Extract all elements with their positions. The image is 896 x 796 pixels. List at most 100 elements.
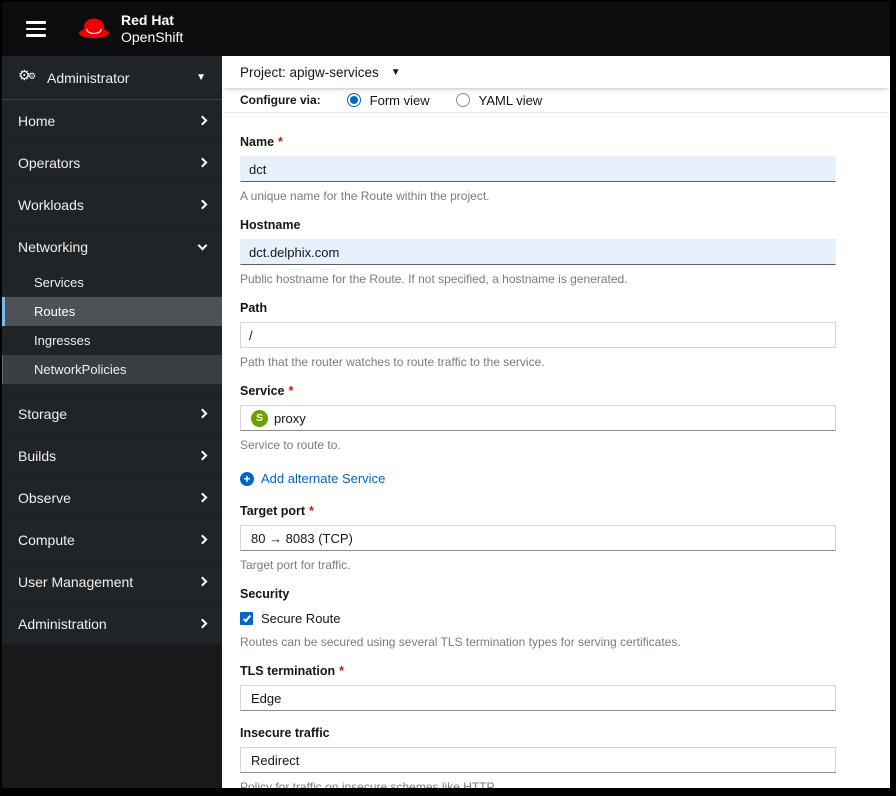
brand-text: Red Hat OpenShift <box>121 12 183 46</box>
sidebar-item-ingresses[interactable]: Ingresses <box>2 326 222 355</box>
hamburger-icon <box>26 21 46 24</box>
insecure-traffic-dropdown-value: Redirect <box>251 752 300 768</box>
hostname-label: Hostname <box>240 218 301 232</box>
caret-down-icon: ▼ <box>815 754 825 766</box>
insecure-traffic-help: Policy for traffic on insecure schemes l… <box>240 780 497 788</box>
sidebar-item-networkpolicies[interactable]: NetworkPolicies <box>2 355 222 384</box>
service-field-group: Service * S proxy ▼ Service to route to. <box>240 384 836 452</box>
sidebar-item-observe[interactable]: Observe <box>2 477 222 519</box>
sidebar-item-home[interactable]: Home <box>2 100 222 142</box>
radio-unchecked-icon <box>455 93 470 107</box>
path-label: Path <box>240 301 268 315</box>
brand-line1: Red Hat <box>121 12 174 29</box>
sidebar-item-compute[interactable]: Compute <box>2 519 222 561</box>
caret-down-icon: ▼ <box>196 72 206 83</box>
insecure-traffic-field-group: Insecure traffic Redirect ▼ Policy for t… <box>240 726 836 788</box>
secure-route-row: Secure Route <box>240 611 836 626</box>
service-dropdown[interactable]: S proxy ▼ <box>240 405 836 431</box>
plus-circle-icon: + <box>240 471 254 486</box>
brand-logo: Red Hat OpenShift <box>76 12 183 46</box>
sidebar-item-administration[interactable]: Administration <box>2 603 222 645</box>
chevron-right-icon <box>197 157 208 168</box>
masthead: Red Hat OpenShift <box>2 2 890 56</box>
name-help: A unique name for the Route within the p… <box>240 189 490 203</box>
chevron-right-icon <box>197 450 208 461</box>
target-port-help: Target port for traffic. <box>240 558 351 572</box>
tls-termination-field-group: TLS termination * Edge ▼ <box>240 664 836 711</box>
tls-termination-dropdown-value: Edge <box>251 690 282 706</box>
sidebar-nav: ⚙ ⚙ Administrator ▼ Home Operators Worklo… <box>2 56 222 788</box>
name-input[interactable] <box>240 156 836 182</box>
sidebar-item-storage[interactable]: Storage <box>2 393 222 435</box>
caret-down-icon: ▼ <box>390 66 401 78</box>
brand-line2: OpenShift <box>121 29 184 45</box>
required-asterisk: * <box>309 504 314 518</box>
sidebar-item-workloads[interactable]: Workloads <box>2 184 222 226</box>
secure-route-checkbox[interactable] <box>240 612 253 625</box>
main-content: Project: apigw-services ▼ Configure via:… <box>222 56 890 788</box>
nav-toggle-button[interactable] <box>18 13 54 45</box>
sidebar-item-services[interactable]: Services <box>2 268 222 297</box>
redhat-fedora-icon <box>79 18 109 39</box>
insecure-traffic-dropdown[interactable]: Redirect ▼ <box>240 747 836 773</box>
insecure-traffic-label: Insecure traffic <box>240 726 330 740</box>
target-port-dropdown[interactable]: 80 → 8083 (TCP) ▼ <box>240 525 836 551</box>
networking-sub-list: Services Routes Ingresses NetworkPolicie… <box>2 268 222 393</box>
name-field-group: Name* A unique name for the Route within… <box>240 135 836 203</box>
chevron-right-icon <box>197 534 208 545</box>
secure-route-checkbox-label: Secure Route <box>261 611 341 626</box>
tls-termination-label: TLS termination * <box>240 664 345 678</box>
sidebar-item-user-management[interactable]: User Management <box>2 561 222 603</box>
chevron-right-icon <box>197 199 208 210</box>
configure-via-label: Configure via: <box>240 93 321 107</box>
security-help: Routes can be secured using several TLS … <box>240 635 681 649</box>
service-help: Service to route to. <box>240 438 341 452</box>
radio-checked-icon <box>346 93 361 107</box>
chevron-right-icon <box>197 618 208 629</box>
chevron-right-icon <box>197 492 208 503</box>
chevron-down-icon <box>197 240 208 251</box>
required-asterisk: * <box>288 384 294 398</box>
chevron-right-icon <box>197 115 208 126</box>
hostname-help: Public hostname for the Route. If not sp… <box>240 272 628 286</box>
path-field-group: Path Path that the router watches to rou… <box>240 301 836 369</box>
target-port-label: Target port * <box>240 504 314 518</box>
service-dropdown-value: proxy <box>274 410 306 426</box>
security-label: Security <box>240 587 290 601</box>
tls-termination-dropdown[interactable]: Edge ▼ <box>240 685 836 711</box>
sidebar-filler <box>2 645 222 788</box>
target-port-dropdown-value: 80 → 8083 (TCP) <box>251 530 353 546</box>
sidebar-item-operators[interactable]: Operators <box>2 142 222 184</box>
add-alternate-service-link[interactable]: + Add alternate Service <box>240 471 385 486</box>
sidebar-item-networking[interactable]: Networking <box>2 226 222 268</box>
chevron-right-icon <box>197 408 208 419</box>
check-icon <box>242 613 251 622</box>
radio-form-view[interactable]: Form view <box>346 93 430 108</box>
caret-down-icon: ▼ <box>815 412 825 424</box>
caret-down-icon: ▼ <box>815 532 825 544</box>
openshift-console: Red Hat OpenShift ⚙ ⚙ Administrator ▼ Hom… <box>2 2 890 788</box>
chevron-right-icon <box>197 576 208 587</box>
path-input[interactable] <box>240 322 836 348</box>
sidebar-item-builds[interactable]: Builds <box>2 435 222 477</box>
cogs-icon: ⚙ ⚙ <box>18 66 37 83</box>
sidebar-item-routes[interactable]: Routes <box>2 297 222 326</box>
nav-list: Home Operators Workloads Networking Serv… <box>2 100 222 645</box>
service-label: Service * <box>240 384 294 398</box>
hostname-input[interactable] <box>240 239 836 265</box>
app-window: Red Hat OpenShift ⚙ ⚙ Administrator ▼ Hom… <box>0 0 896 796</box>
form-scroll-area[interactable]: Name* A unique name for the Route within… <box>222 113 890 788</box>
target-port-field-group: Target port * 80 → 8083 (TCP) ▼ Target po… <box>240 504 836 572</box>
project-selector-label: Project: apigw-services <box>240 64 379 80</box>
hostname-field-group: Hostname Public hostname for the Route. … <box>240 218 836 286</box>
perspective-switcher[interactable]: ⚙ ⚙ Administrator ▼ <box>2 56 222 100</box>
route-form: Name* A unique name for the Route within… <box>222 113 836 788</box>
configure-via-row: Configure via: Form view YAML view <box>222 88 890 113</box>
required-asterisk: * <box>339 664 345 678</box>
name-label: Name * <box>240 135 283 149</box>
radio-yaml-view[interactable]: YAML view <box>455 93 542 108</box>
caret-down-icon: ▼ <box>815 692 825 704</box>
project-selector[interactable]: Project: apigw-services ▼ <box>222 56 890 88</box>
perspective-label: Administrator <box>47 69 130 86</box>
security-field-group: Security Secure Route Routes can be secu… <box>240 587 836 649</box>
